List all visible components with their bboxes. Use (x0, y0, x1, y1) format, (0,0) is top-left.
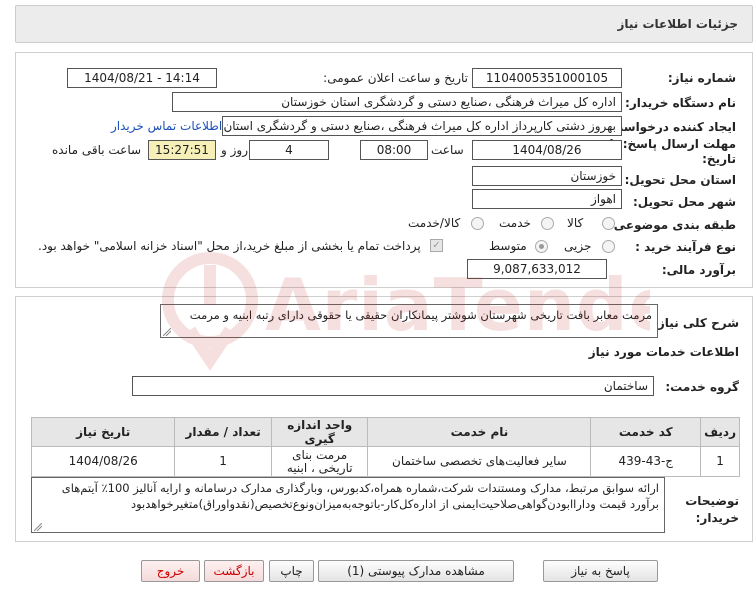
deadline-time-field[interactable]: 08:00 (360, 140, 428, 160)
process-radio-medium[interactable] (535, 240, 548, 253)
cell-name: سایر فعالیت‌های تخصصی ساختمان (367, 446, 592, 477)
col-qty-header: تعداد / مقدار (174, 417, 272, 447)
resize-handle-icon[interactable] (34, 523, 42, 531)
estimate-field[interactable]: 9,087,633,012 (467, 259, 607, 279)
category-label: طبقه بندی موضوعی: (608, 218, 736, 232)
col-unit-header: واحد اندازه گیری (270, 417, 369, 447)
buyer-org-field[interactable]: اداره کل میراث فرهنگی ،صنایع دستی و گردش… (172, 92, 622, 112)
buyer-notes-textarea[interactable]: ارائه سوابق مرتبط، مدارک ومستندات شرکت،ش… (31, 477, 665, 533)
city-label: شهر محل تحویل: (632, 195, 736, 209)
deadline-date-field[interactable]: 1404/08/26 (472, 140, 622, 160)
need-number-field[interactable]: 1104005351000105 (472, 68, 622, 88)
days-remaining-field[interactable]: 4 (249, 140, 329, 160)
table-row[interactable]: 1 ج-43-439 سایر فعالیت‌های تخصصی ساختمان… (30, 446, 740, 477)
attachments-button[interactable]: مشاهده مدارک پیوستی (1) (318, 560, 514, 582)
process-option-medium: متوسط (489, 239, 527, 253)
deadline-label-2: تاریخ: (702, 152, 736, 166)
table-header-row: ردیف کد خدمت نام خدمت واحد اندازه گیری ت… (30, 417, 740, 447)
resize-handle-icon[interactable] (163, 328, 171, 336)
cell-qty: 1 (174, 446, 272, 477)
category-radio-goods-service[interactable] (471, 217, 484, 230)
exit-button[interactable]: خروج (141, 560, 200, 582)
category-radio-service[interactable] (541, 217, 554, 230)
province-field[interactable]: خوزستان (472, 166, 622, 186)
print-button[interactable]: چاپ (269, 560, 314, 582)
category-option-goods-service: کالا/خدمت (408, 216, 461, 230)
payment-note: پرداخت تمام یا بخشی از مبلغ خرید،از محل … (38, 239, 421, 253)
cell-row: 1 (700, 446, 740, 477)
cell-code: ج-43-439 (590, 446, 702, 477)
creator-field[interactable]: بهروز دشتی کارپرداز اداره کل میراث فرهنگ… (222, 116, 622, 136)
col-date-header: تاریخ نیاز (30, 417, 176, 447)
time-remaining-field: 15:27:51 (148, 140, 216, 160)
reply-button[interactable]: پاسخ به نیاز (543, 560, 658, 582)
deadline-label-1: مهلت ارسال پاسخ: تا (609, 137, 737, 151)
summary-text: مرمت معابر بافت تاریخی شهرستان شوشتر پیم… (189, 308, 652, 322)
summary-label: شرح کلی نیاز: (653, 316, 739, 330)
announce-datetime-field[interactable]: 1404/08/21 - 14:14 (67, 68, 217, 88)
province-label: استان محل تحویل: (624, 173, 736, 187)
need-number-label: شماره نیاز: (667, 71, 736, 85)
process-label: نوع فرآیند خرید : (635, 240, 736, 254)
services-table: ردیف کد خدمت نام خدمت واحد اندازه گیری ت… (30, 417, 740, 477)
announce-label: تاریخ و ساعت اعلان عمومی: (323, 71, 468, 85)
cell-unit: مرمت بنای تاریخی ، ابنیه (270, 446, 369, 477)
cell-date: 1404/08/26 (30, 446, 176, 477)
col-name-header: نام خدمت (367, 417, 592, 447)
back-button[interactable]: بازگشت (204, 560, 264, 582)
buyer-notes-text: ارائه سوابق مرتبط، مدارک ومستندات شرکت،ش… (61, 481, 659, 511)
summary-textarea[interactable]: مرمت معابر بافت تاریخی شهرستان شوشتر پیم… (160, 304, 658, 338)
category-option-goods: کالا (567, 216, 584, 230)
days-label: روز و (221, 143, 248, 157)
buyer-org-label: نام دستگاه خریدار: (625, 96, 736, 110)
category-radio-goods[interactable] (602, 217, 615, 230)
col-row-header: ردیف (700, 417, 740, 447)
col-code-header: کد خدمت (590, 417, 702, 447)
category-option-service: خدمت (499, 216, 531, 230)
city-field[interactable]: اهواز (472, 189, 622, 209)
services-section-title: اطلاعات خدمات مورد نیاز (588, 345, 739, 359)
time-remaining-label: ساعت باقی مانده (52, 143, 142, 157)
page-title: جزئیات اطلاعات نیاز (617, 17, 738, 31)
estimate-label: برآورد مالی: (661, 263, 736, 277)
service-group-field[interactable]: ساختمان (132, 376, 654, 396)
process-radio-minor[interactable] (602, 240, 615, 253)
process-option-minor: جزیی (564, 239, 592, 253)
page-header: جزئیات اطلاعات نیاز (15, 5, 753, 43)
buyer-notes-label-1: توضیحات (685, 494, 739, 508)
treasury-checkbox[interactable]: ✓ (430, 239, 443, 252)
service-group-label: گروه خدمت: (665, 380, 739, 394)
buyer-notes-label-2: خریدار: (695, 511, 739, 525)
contact-info-link[interactable]: اطلاعات تماس خریدار (111, 119, 222, 133)
time-label: ساعت (431, 143, 464, 157)
creator-label: ایجاد کننده درخواست: (606, 120, 736, 134)
